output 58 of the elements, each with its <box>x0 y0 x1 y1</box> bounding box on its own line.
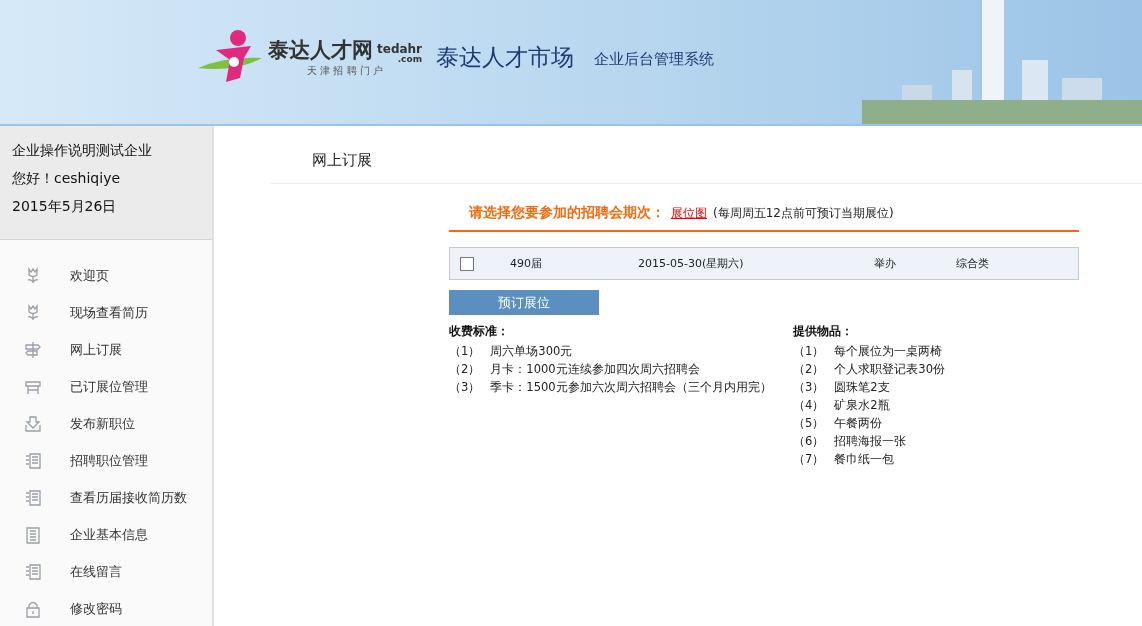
company-name: 企业操作说明测试企业 <box>12 142 153 160</box>
list-item-text: 月卡：1000元连续参加四次周六招聘会 <box>490 362 700 376</box>
item-index: （1） <box>449 344 481 358</box>
list-item-text: 午餐两份 <box>834 416 883 430</box>
item-index: （3） <box>449 380 481 394</box>
sidebar-item[interactable]: 企业基本信息 <box>0 516 212 553</box>
username: ceshiqiye <box>54 170 121 186</box>
section-heading: 收费标准： <box>449 323 510 340</box>
current-date: 2015年5月26日 <box>12 198 118 216</box>
sidebar-item[interactable]: 修改密码 <box>0 590 212 626</box>
list-item-text: 圆珠笔2支 <box>834 380 890 394</box>
session-checkbox[interactable] <box>460 256 474 271</box>
list-item-text: 招聘海报一张 <box>834 434 907 448</box>
list-icon <box>24 488 42 507</box>
logo-slogan: 天 津 招 聘 门 户 <box>307 64 383 78</box>
session-category: 综合类 <box>956 256 989 271</box>
sidebar-item[interactable]: 现场查看简历 <box>0 294 212 331</box>
session-number: 490届 <box>510 256 543 271</box>
booth-map-link[interactable]: 展位图 <box>671 204 707 222</box>
item-index: （6） <box>793 434 825 448</box>
sidebar-item[interactable]: 查看历届接收简历数 <box>0 479 212 516</box>
site-title: 泰达人才市场 <box>436 42 575 72</box>
session-prompt: 请选择您要参加的招聘会期次： <box>469 204 665 222</box>
sidebar-item[interactable]: 招聘职位管理 <box>0 442 212 479</box>
list-icon <box>24 451 42 470</box>
clipboard-icon <box>24 525 42 544</box>
item-index: （2） <box>449 362 481 376</box>
greeting: 您好！ <box>12 170 54 186</box>
item-index: （1） <box>793 344 825 358</box>
list-item-text: 矿泉水2瓶 <box>834 398 890 412</box>
section-heading: 提供物品： <box>793 323 854 340</box>
list-item-text: 周六单场300元 <box>490 344 573 358</box>
logo-text: 泰达人才网 <box>268 37 373 64</box>
list-item-text: 餐巾纸一包 <box>834 452 895 466</box>
item-index: （5） <box>793 416 825 430</box>
item-index: （3） <box>793 380 825 394</box>
sidebar-item[interactable]: 在线留言 <box>0 553 212 590</box>
sidebar-item[interactable]: 发布新职位 <box>0 405 212 442</box>
sidebar-item[interactable]: 网上订展 <box>0 331 212 368</box>
session-date: 2015-05-30(星期六) <box>638 256 745 271</box>
logo-domain-suffix: .com <box>396 55 423 64</box>
item-index: （4） <box>793 398 825 412</box>
list-item-text: 每个展位为一桌两椅 <box>834 344 943 358</box>
lock-icon <box>24 599 42 618</box>
download-tray-icon <box>24 414 42 433</box>
signpost-icon <box>24 340 42 359</box>
booking-note: (每周周五12点前可预订当期展位) <box>713 204 894 222</box>
list-item-text: 个人求职登记表30份 <box>834 362 945 376</box>
item-index: （7） <box>793 452 825 466</box>
sidebar-item[interactable]: 欢迎页 <box>0 257 212 294</box>
session-status: 举办 <box>874 256 897 271</box>
system-title: 企业后台管理系统 <box>594 49 715 69</box>
sidebar-item[interactable]: 已订展位管理 <box>0 368 212 405</box>
page-title: 网上订展 <box>270 126 1142 184</box>
item-index: （2） <box>793 362 825 376</box>
logo-domain: tedahr <box>377 43 423 55</box>
list-item-text: 季卡：1500元参加六次周六招聘会（三个月内用完） <box>490 380 772 394</box>
list-icon <box>24 562 42 581</box>
